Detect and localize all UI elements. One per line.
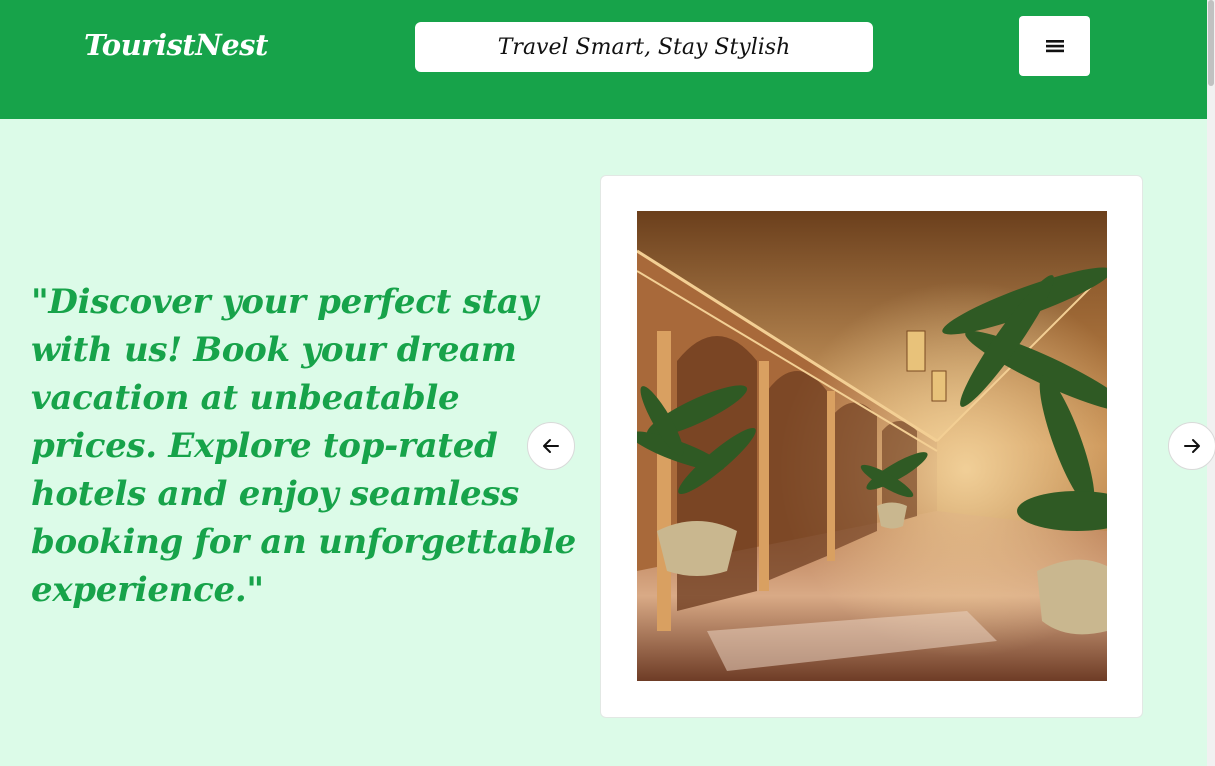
brand-logo[interactable]: TouristNest bbox=[84, 28, 268, 62]
hotel-lobby-illustration bbox=[637, 211, 1107, 681]
tagline-text: Travel Smart, Stay Stylish bbox=[497, 34, 791, 60]
arrow-right-icon bbox=[1184, 439, 1200, 453]
page-scrollbar[interactable] bbox=[1207, 0, 1215, 766]
scrollbar-thumb[interactable] bbox=[1208, 0, 1214, 86]
arrow-left-icon bbox=[543, 439, 559, 453]
carousel-prev-button[interactable] bbox=[527, 422, 575, 470]
hero-quote: "Discover your perfect stay with us! Boo… bbox=[31, 282, 576, 610]
carousel-next-button[interactable] bbox=[1168, 422, 1215, 470]
tagline-box: Travel Smart, Stay Stylish bbox=[415, 22, 873, 72]
hamburger-menu-icon bbox=[1045, 40, 1064, 53]
carousel-card bbox=[600, 175, 1143, 718]
site-header: TouristNest Travel Smart, Stay Stylish bbox=[0, 0, 1207, 119]
hotel-lobby-image bbox=[637, 211, 1107, 681]
menu-button[interactable] bbox=[1019, 16, 1090, 76]
